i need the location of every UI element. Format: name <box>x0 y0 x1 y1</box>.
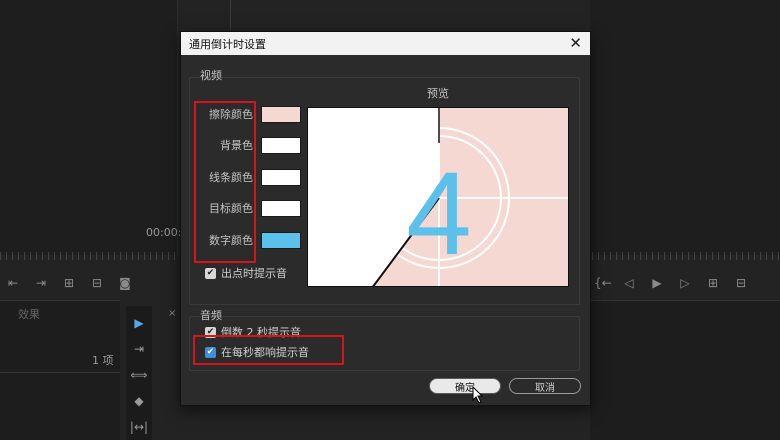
cue-out-option[interactable]: ✔ 出点时提示音 <box>205 265 287 281</box>
tools-panel: ▶ ⇥ ⟺ ◆ |↔| ✎ <box>126 306 152 440</box>
extract-icon[interactable]: ⊟ <box>734 276 748 290</box>
ripple-edit-icon[interactable]: ⟺ <box>130 368 147 382</box>
play-icon[interactable]: ▶ <box>650 276 664 290</box>
timeline-tab-close-icon[interactable]: × <box>168 308 176 319</box>
mark-in-icon[interactable]: ⇤ <box>6 276 20 290</box>
color-row: 线条颜色 <box>199 168 301 186</box>
beep-each-checkbox[interactable]: ✔ <box>205 346 216 358</box>
go-to-in-icon[interactable]: {← <box>594 276 612 290</box>
step-back-icon[interactable]: ◁ <box>622 276 636 290</box>
slip-tool-icon[interactable]: |↔| <box>130 420 148 434</box>
mouse-pointer-icon <box>472 386 484 404</box>
lift-icon[interactable]: ⊞ <box>706 276 720 290</box>
list-divider <box>0 372 120 373</box>
beep-each-option[interactable]: ✔ 在每秒都响提示音 <box>205 344 309 360</box>
video-section-label: 视频 <box>200 69 222 82</box>
dialog-titlebar: 通用倒计时设置 ✕ <box>181 32 590 55</box>
close-icon[interactable]: ✕ <box>569 36 582 51</box>
program-monitor-panel <box>590 0 780 255</box>
item-count: 1 项 <box>92 354 114 367</box>
program-transport-controls: {← ◁ ▶ ▷ ⊞ ⊟ <box>594 276 748 290</box>
color-row: 背景色 <box>199 136 301 154</box>
razor-tool-icon[interactable]: ◆ <box>134 394 143 408</box>
preview-label: 预览 <box>427 87 449 100</box>
selection-tool-icon[interactable]: ▶ <box>134 316 143 330</box>
camera-icon[interactable]: ◙ <box>118 276 132 290</box>
countdown-preview: 4 <box>307 107 569 287</box>
time-ruler-left <box>0 252 178 260</box>
color-label: 数字颜色 <box>209 234 253 247</box>
color-row: 擦除颜色 <box>199 105 301 123</box>
color-swatch[interactable] <box>261 199 301 217</box>
color-label: 背景色 <box>220 139 253 152</box>
color-label: 目标颜色 <box>209 202 253 215</box>
preview-digit: 4 <box>406 148 472 280</box>
step-forward-icon[interactable]: ▷ <box>678 276 692 290</box>
countdown-settings-dialog: 通用倒计时设置 ✕ 视频 预览 擦除颜色背景色线条颜色目标颜色数字颜色 ✔ 出点… <box>180 31 591 406</box>
beep-each-label: 在每秒都响提示音 <box>221 346 309 359</box>
overwrite-icon[interactable]: ⊟ <box>90 276 104 290</box>
preview-canvas: 4 <box>308 108 568 286</box>
color-label: 擦除颜色 <box>209 108 253 121</box>
source-transport-controls: ⇤ ⇥ ⊞ ⊟ ◙ <box>6 276 132 290</box>
color-swatch[interactable] <box>261 105 301 123</box>
cue-out-label: 出点时提示音 <box>221 267 287 280</box>
cancel-button[interactable]: 取消 <box>509 378 581 394</box>
ok-button[interactable]: 确定 <box>429 378 501 394</box>
effects-tab[interactable]: 效果 <box>18 306 40 322</box>
track-select-icon[interactable]: ⇥ <box>134 342 144 356</box>
time-ruler-right <box>592 252 780 260</box>
cue-out-checkbox[interactable]: ✔ <box>205 267 216 279</box>
timeline-panel <box>590 300 780 440</box>
dialog-title: 通用倒计时设置 <box>189 37 266 51</box>
color-swatch[interactable] <box>261 168 301 186</box>
color-swatch[interactable] <box>261 136 301 154</box>
beep-two-checkbox[interactable]: ✔ <box>205 326 216 338</box>
panel-divider <box>230 0 231 30</box>
color-swatch[interactable] <box>261 231 301 249</box>
beep-two-label: 倒数 2 秒提示音 <box>221 326 301 339</box>
mark-out-icon[interactable]: ⇥ <box>34 276 48 290</box>
source-monitor-panel <box>0 0 178 255</box>
color-row: 数字颜色 <box>199 231 301 249</box>
insert-icon[interactable]: ⊞ <box>62 276 76 290</box>
color-label: 线条颜色 <box>209 171 253 184</box>
color-row: 目标颜色 <box>199 199 301 217</box>
beep-two-option[interactable]: ✔ 倒数 2 秒提示音 <box>205 324 301 340</box>
audio-section-label: 音频 <box>200 309 222 322</box>
